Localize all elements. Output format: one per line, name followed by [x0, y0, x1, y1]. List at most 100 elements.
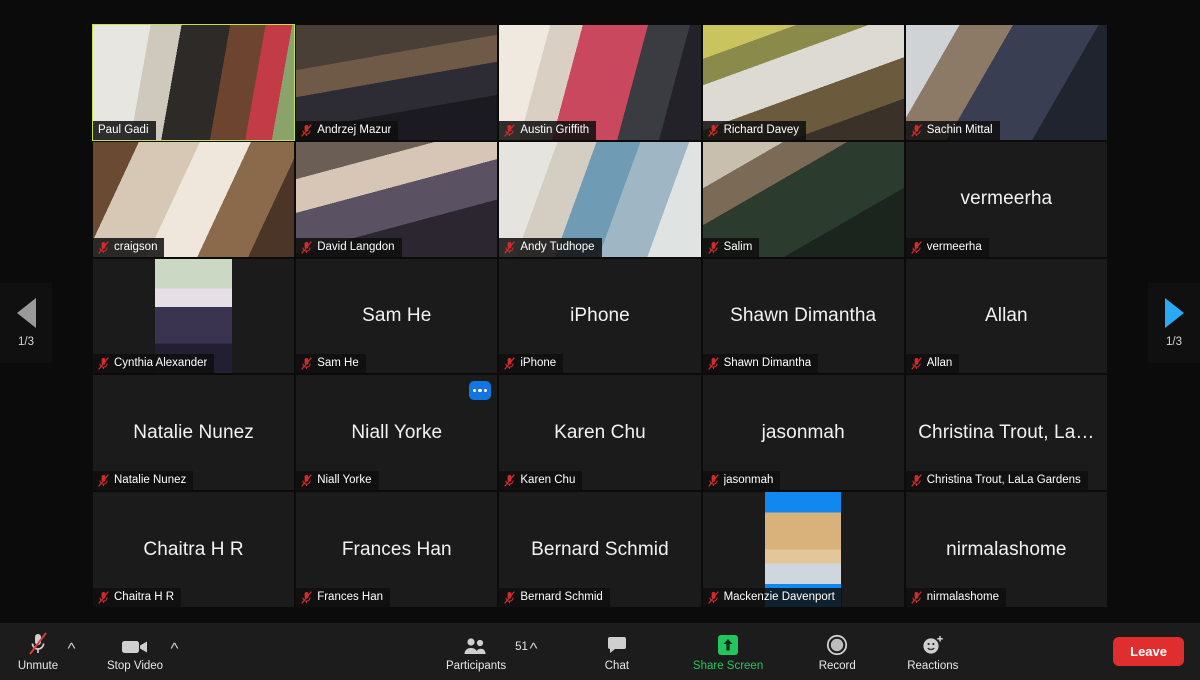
participant-name-label: Mackenzie Davenport: [723, 590, 835, 603]
chat-bubble-icon: [606, 632, 628, 656]
chat-label: Chat: [604, 659, 630, 672]
reactions-button[interactable]: Reactions: [901, 632, 964, 672]
participant-tile[interactable]: Austin Griffith: [498, 24, 702, 141]
share-screen-button[interactable]: Share Screen: [687, 632, 769, 672]
record-button[interactable]: Record: [809, 632, 865, 672]
ellipsis-dot-icon: [472, 388, 476, 393]
toolbar-center-group: Participants 51 ˄ Chat Share Screen Reco…: [440, 632, 964, 672]
mic-off-icon: [301, 591, 312, 604]
participant-tile[interactable]: Sam He Sam He: [295, 257, 499, 375]
record-label: Record: [818, 659, 856, 672]
participant-name-strip: Natalie Nunez: [93, 471, 194, 491]
participant-tile[interactable]: nirmalashome nirmalashome: [904, 491, 1108, 608]
mic-off-icon: [707, 474, 719, 487]
participant-name-strip: Chaitra H R: [93, 587, 182, 607]
tile-more-options-button[interactable]: [469, 381, 491, 400]
gallery-grid: Paul Gadi Andrzej Mazur Austin Griffith Ric…: [92, 24, 1108, 608]
participant-name-label: Salim: [723, 240, 753, 253]
mic-off-icon: [98, 591, 109, 604]
participant-name-strip: craigson: [93, 237, 165, 257]
record-circle-icon: [826, 632, 848, 656]
next-page-button[interactable]: 1/3: [1148, 283, 1200, 363]
participant-name-label: Christina Trout, LaLa Gardens: [926, 474, 1081, 487]
mic-off-icon: [504, 474, 516, 487]
page-indicator-next: 1/3: [1166, 336, 1182, 348]
participant-name-strip: Bernard Schmid: [499, 587, 610, 607]
mic-off-icon: [707, 240, 719, 254]
participant-tile[interactable]: jasonmah jasonmah: [701, 374, 905, 492]
mic-off-icon: [910, 474, 922, 487]
toolbar-left-group: Unmute ˄ Stop Video ˄: [10, 631, 179, 672]
participant-tile[interactable]: Shawn Dimantha Shawn Dimantha: [701, 257, 905, 375]
participant-name-label: Chaitra H R: [114, 590, 175, 603]
participant-tile[interactable]: Frances Han Frances Han: [295, 491, 499, 608]
participant-name-strip: Sam He: [296, 354, 366, 374]
participant-name-label: Shawn Dimantha: [723, 357, 812, 370]
participant-name-label: Natalie Nunez: [114, 474, 187, 487]
camera-icon: [121, 632, 149, 656]
meeting-toolbar: Unmute ˄ Stop Video ˄ Participants 51 ˄ …: [0, 623, 1200, 680]
participant-name-label: Paul Gadi: [98, 123, 149, 136]
participant-tile[interactable]: Christina Trout, La… Christina Trout, LaL…: [904, 374, 1108, 492]
mic-off-icon: [504, 591, 516, 604]
participant-name-strip: jasonmah: [702, 471, 781, 491]
participant-tile[interactable]: Andy Tudhope: [498, 140, 702, 258]
mic-off-icon: [707, 591, 719, 604]
participant-tile[interactable]: Karen Chu Karen Chu: [498, 374, 702, 492]
participant-tile[interactable]: Niall Yorke Niall Yorke: [295, 374, 499, 492]
stop-video-button[interactable]: Stop Video: [101, 632, 169, 672]
unmute-label: Unmute: [17, 659, 59, 672]
mic-off-icon: [504, 240, 516, 254]
participant-tile[interactable]: Bernard Schmid Bernard Schmid: [498, 491, 702, 608]
participant-name-strip: iPhone: [499, 354, 564, 374]
participant-tile[interactable]: Mackenzie Davenport: [701, 491, 905, 608]
participant-tile[interactable]: Allan Allan: [904, 257, 1108, 375]
participant-name-label: Bernard Schmid: [520, 590, 603, 603]
participant-tile[interactable]: craigson: [92, 140, 296, 258]
participants-button[interactable]: Participants: [440, 632, 512, 672]
mic-off-icon: [910, 240, 922, 254]
mic-off-icon: [301, 123, 312, 137]
participant-name-label: Sam He: [317, 357, 359, 370]
unmute-button[interactable]: Unmute: [10, 631, 66, 672]
ellipsis-dot-icon: [484, 388, 488, 393]
participant-name-label: craigson: [114, 240, 158, 253]
participant-name-label: Austin Griffith: [520, 123, 590, 136]
participant-name-strip: Mackenzie Davenport: [702, 587, 842, 607]
gallery-row: Paul Gadi Andrzej Mazur Austin Griffith Ric…: [92, 24, 1108, 141]
participant-tile[interactable]: iPhone iPhone: [498, 257, 702, 375]
participant-name-strip: Austin Griffith: [499, 120, 597, 140]
participant-name-label: Cynthia Alexander: [114, 357, 208, 370]
gallery-row: Chaitra H R Chaitra H R Frances Han Frances…: [92, 491, 1108, 608]
participant-name-strip: Andrzej Mazur: [296, 120, 399, 140]
participant-tile[interactable]: Sachin Mittal: [904, 24, 1108, 141]
people-icon: [463, 632, 489, 656]
leave-meeting-button[interactable]: Leave: [1113, 637, 1184, 666]
chat-button[interactable]: Chat: [589, 632, 645, 672]
participant-name-strip: Frances Han: [296, 587, 391, 607]
participant-name-label: jasonmah: [723, 474, 774, 487]
participant-name-strip: Allan: [905, 354, 960, 374]
participant-tile[interactable]: Salim: [701, 140, 905, 258]
participant-tile[interactable]: Richard Davey: [701, 24, 905, 141]
participant-tile[interactable]: Paul Gadi: [92, 24, 296, 141]
mic-off-icon: [301, 474, 312, 487]
participant-name-strip: Karen Chu: [499, 471, 583, 491]
video-options-caret-icon[interactable]: ˄: [170, 640, 179, 652]
participant-tile[interactable]: Chaitra H R Chaitra H R: [92, 491, 296, 608]
previous-page-button[interactable]: 1/3: [0, 283, 52, 363]
triangle-right-icon: [1164, 298, 1184, 328]
participant-tile[interactable]: David Langdon: [295, 140, 499, 258]
mic-off-icon: [910, 591, 922, 604]
participant-tile[interactable]: Natalie Nunez Natalie Nunez: [92, 374, 296, 492]
participant-name-strip: Shawn Dimantha: [702, 354, 819, 374]
participant-tile[interactable]: Cynthia Alexander: [92, 257, 296, 375]
participant-name-label: Karen Chu: [520, 474, 576, 487]
participants-caret-icon[interactable]: ˄: [529, 640, 538, 652]
participant-name-strip: Richard Davey: [702, 120, 806, 140]
audio-options-caret-icon[interactable]: ˄: [67, 640, 76, 652]
participant-name-strip: Andy Tudhope: [499, 237, 602, 257]
participant-tile[interactable]: Andrzej Mazur: [295, 24, 499, 141]
participant-tile[interactable]: vermeerha vermeerha: [904, 140, 1108, 258]
mic-off-icon: [504, 357, 516, 371]
